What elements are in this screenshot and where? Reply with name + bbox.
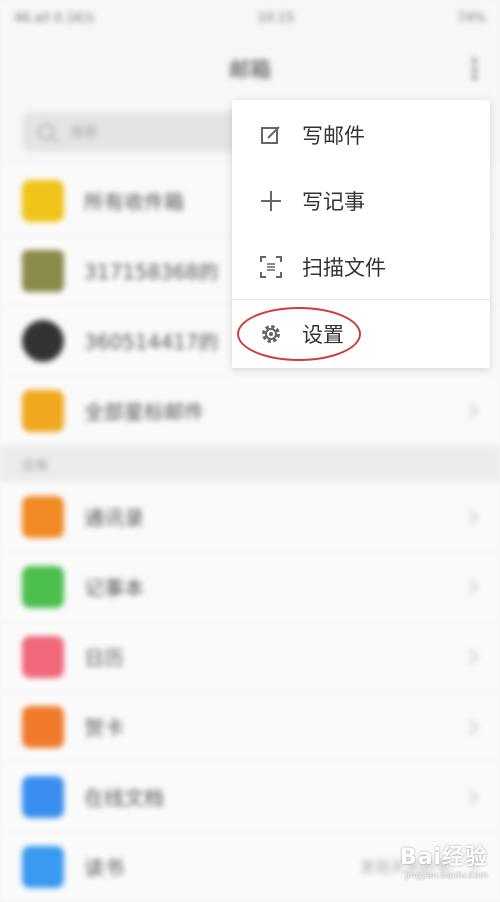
menu-item-label: 扫描文件 [302,256,386,280]
app-item-contacts[interactable]: 通讯录 [0,482,500,552]
avatar [22,249,64,292]
plus-icon [258,188,284,214]
penguin-avatar [22,319,64,362]
mailbox-label: 全部星标邮件 [84,400,204,424]
clock: 10:15 [256,10,295,26]
app-label: 读书 [84,856,124,880]
chevron-right-icon [462,788,479,805]
menu-item-compose[interactable]: 写邮件 [232,102,490,168]
contacts-icon [22,495,64,538]
menu-item-label: 写邮件 [302,124,365,148]
compose-icon [258,122,284,148]
scan-icon [258,254,284,280]
app-item-calendar[interactable]: 日历 [0,622,500,692]
document-icon [22,775,64,818]
app-item-cards[interactable]: 贺卡 [0,692,500,762]
chevron-right-icon [462,578,479,595]
app-label: 通讯录 [84,506,144,530]
book-icon [22,845,64,888]
battery-level: 74% [457,10,486,26]
page-title: 邮箱 [229,58,271,82]
watermark-brand: Bai经验 [399,845,488,870]
search-placeholder: 搜索 [70,125,98,141]
highlight-annotation [237,307,361,361]
app-item-notes[interactable]: 记事本 [0,552,500,622]
watermark-url: jingyan.baidu.com [404,871,488,881]
inbox-icon [22,179,64,222]
watermark: Bai经验 jingyan.baidu.com [400,839,488,881]
menu-item-label: 写记事 [302,190,365,214]
chevron-right-icon [462,718,479,735]
chevron-right-icon [462,508,479,525]
section-header-apps: 应用 [0,446,500,482]
status-bar: 46.all 0.1K/s 10:15 74% [0,0,500,36]
app-label: 日历 [84,646,124,670]
app-label: 贺卡 [84,716,124,740]
menu-item-note[interactable]: 写记事 [232,168,490,234]
menu-divider [232,299,490,300]
calendar-icon [22,635,64,678]
mailbox-label: 317158368的 [84,260,219,284]
app-label: 在线文档 [84,786,164,810]
mailbox-item-starred[interactable]: 全部星标邮件 [0,376,500,446]
app-item-docs[interactable]: 在线文档 [0,762,500,832]
notebook-icon [22,565,64,608]
more-icon[interactable] [472,58,478,80]
chevron-right-icon [462,402,479,419]
mailbox-label: 360514417的 [84,330,219,354]
signal-status: 46.all 0.1K/s [14,10,95,26]
mailbox-label: 所有收件箱 [84,190,184,214]
card-icon [22,705,64,748]
search-icon [38,124,54,140]
menu-item-scan[interactable]: 扫描文件 [232,234,490,300]
chevron-right-icon [462,648,479,665]
star-icon [22,389,64,432]
title-bar: 邮箱 [0,36,500,100]
app-label: 记事本 [84,576,144,600]
